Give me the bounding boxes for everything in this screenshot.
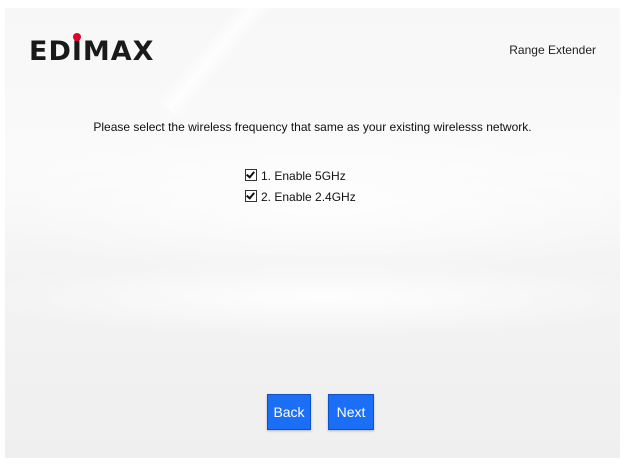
option-enable-24ghz[interactable]: 2. Enable 2.4GHz bbox=[245, 189, 356, 205]
option-enable-5ghz[interactable]: 1. Enable 5GHz bbox=[245, 168, 346, 184]
next-button[interactable]: Next bbox=[328, 394, 374, 430]
option-5ghz-label: 1. Enable 5GHz bbox=[261, 169, 346, 183]
product-name: Range Extender bbox=[509, 43, 596, 57]
instruction-text: Please select the wireless frequency tha… bbox=[93, 120, 532, 134]
header: ED IMAX Range Extender bbox=[5, 8, 620, 88]
option-24ghz-label: 2. Enable 2.4GHz bbox=[261, 190, 356, 204]
back-button[interactable]: Back bbox=[267, 394, 311, 430]
setup-panel: ED IMAX Range Extender Please select the … bbox=[5, 8, 620, 458]
checkbox-5ghz[interactable] bbox=[245, 169, 257, 181]
edimax-logo: ED IMAX bbox=[29, 33, 155, 67]
checkbox-24ghz[interactable] bbox=[245, 190, 257, 202]
logo-dot bbox=[73, 33, 82, 41]
background-sweep bbox=[5, 258, 620, 338]
